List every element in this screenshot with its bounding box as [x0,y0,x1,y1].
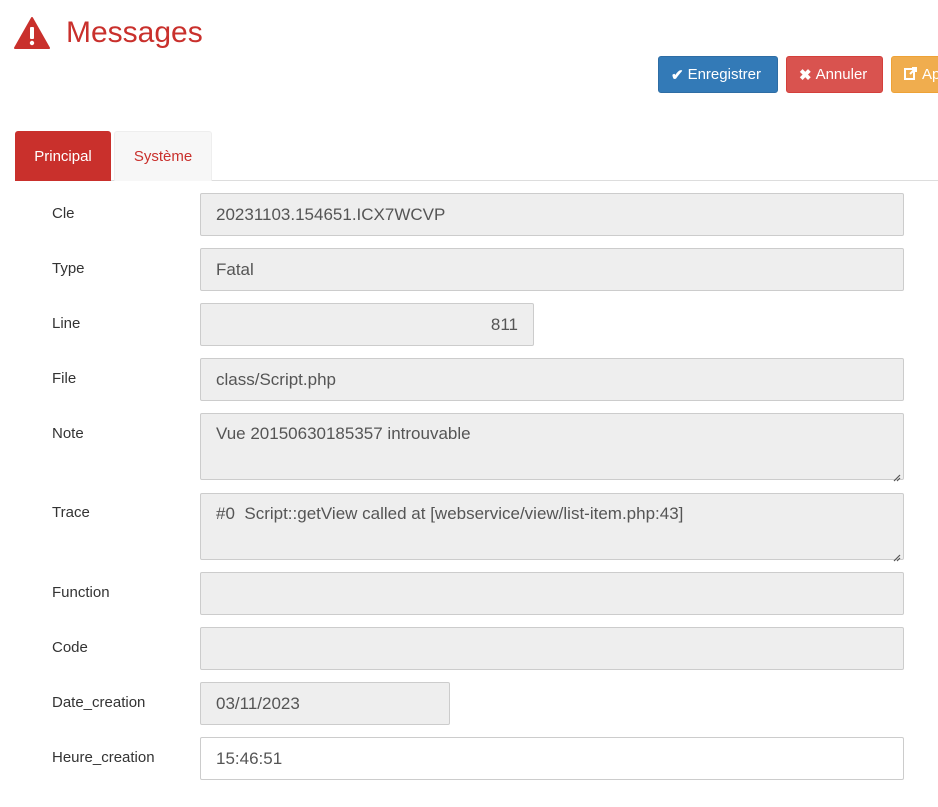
page-title: Messages [66,16,203,49]
cancel-button[interactable]: ✖ Annuler [786,56,883,93]
warning-icon [14,16,50,50]
date-creation-label: Date_creation [52,694,146,711]
tab-systeme[interactable]: Système [114,131,212,181]
times-icon: ✖ [799,66,812,84]
type-label: Type [52,260,85,277]
code-label: Code [52,639,88,656]
page-header: Messages [14,14,203,52]
heure-creation-label: Heure_creation [52,749,155,766]
file-label: File [52,370,77,387]
cancel-button-label: Annuler [815,66,868,83]
type-field[interactable]: Fatal [200,248,904,291]
function-label: Function [52,584,110,601]
share-icon [904,66,918,84]
check-icon: ✔ [671,66,684,84]
save-button-label: Enregistrer [687,66,761,83]
code-field[interactable] [200,627,904,670]
resize-handle-icon[interactable] [891,547,901,562]
apply-button-label: Ap [922,66,938,83]
trace-label: Trace [52,504,90,521]
file-field[interactable]: class/Script.php [200,358,904,401]
function-field[interactable] [200,572,904,615]
note-textarea[interactable]: Vue 20150630185357 introuvable [200,413,904,482]
cle-field[interactable]: 20231103.154651.ICX7WCVP [200,193,904,236]
date-creation-field[interactable]: 03/11/2023 [200,682,450,725]
line-field[interactable]: 811 [200,303,534,346]
resize-handle-icon[interactable] [891,467,901,482]
save-button[interactable]: ✔ Enregistrer [658,56,778,93]
line-label: Line [52,315,81,332]
note-label: Note [52,425,84,442]
trace-textarea[interactable]: #0 Script::getView called at [webservice… [200,493,904,562]
trace-value: #0 Script::getView called at [webservice… [216,504,684,523]
tab-principal[interactable]: Principal [15,131,111,181]
heure-creation-field[interactable]: 15:46:51 [200,737,904,780]
note-value: Vue 20150630185357 introuvable [216,424,471,443]
apply-button[interactable]: Ap [891,56,938,93]
cle-label: Cle [52,205,75,222]
tab-bar: Principal Système [15,131,938,181]
